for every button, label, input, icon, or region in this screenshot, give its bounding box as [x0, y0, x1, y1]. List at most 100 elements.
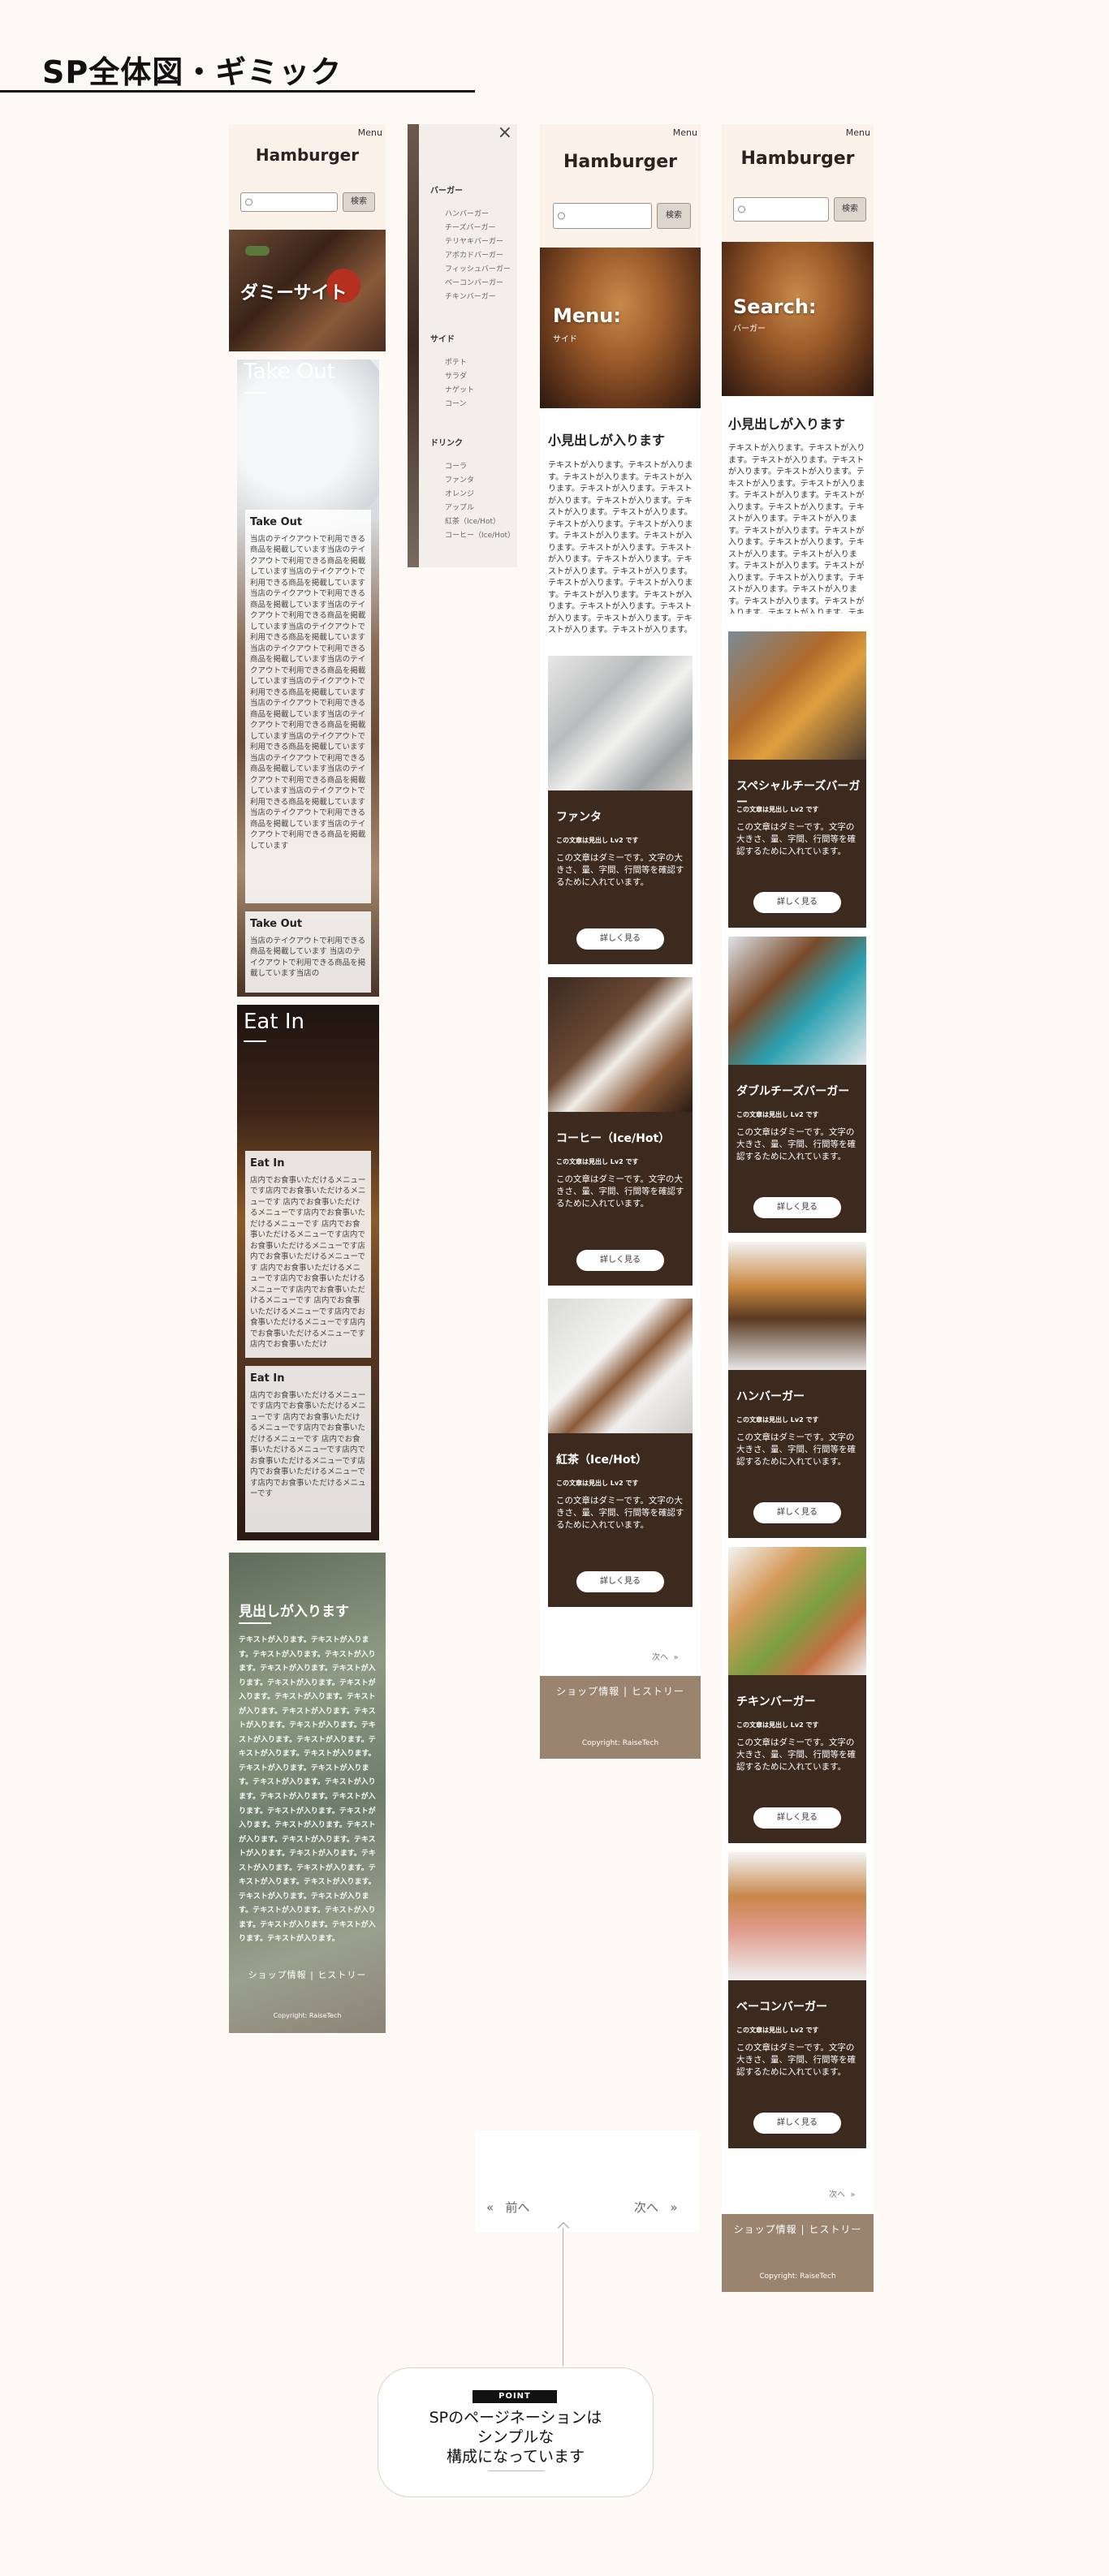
product-description: この文章はダミーです。文字の大きさ、量、字間、行間等を確認するために入れています… — [736, 1432, 856, 1467]
search-input[interactable] — [240, 192, 338, 212]
chevron-right-icon: » — [673, 1653, 679, 1662]
takeout-title: Take Out — [244, 360, 336, 384]
search-hero: Search: バーガー — [722, 242, 874, 396]
lead-text: テキストが入ります。テキストが入ります。テキストが入ります。テキストが入ります。… — [728, 444, 865, 614]
drawer-menu-item[interactable]: コーン — [445, 398, 467, 408]
search-input[interactable] — [553, 203, 652, 229]
drawer-menu-item[interactable]: オレンジ — [445, 488, 474, 498]
footer-links[interactable]: ショップ情報 | ヒストリー — [722, 2222, 874, 2236]
drawer-menu-item[interactable]: ファンタ — [445, 474, 474, 485]
panel-title: Take Out — [250, 516, 303, 528]
chevron-left-icon: « — [486, 2200, 494, 2215]
close-icon[interactable]: × — [498, 124, 512, 142]
site-header: Menu Hamburger 検索 — [722, 124, 874, 242]
menu-button[interactable]: Menu — [846, 127, 870, 138]
search-icon — [245, 198, 252, 206]
search-input[interactable] — [733, 197, 829, 222]
point-tag: POINT — [473, 2390, 557, 2403]
site-logo[interactable]: Hamburger — [722, 149, 874, 169]
drawer-menu-item[interactable]: アップル — [445, 502, 474, 512]
details-button[interactable]: 詳しく見る — [753, 1197, 841, 1218]
product-description: この文章はダミーです。文字の大きさ、量、字間、行間等を確認するために入れています… — [736, 1127, 856, 1162]
drawer-menu-item[interactable]: 紅茶（Ice/Hot） — [445, 515, 500, 526]
product-subheading: この文章は見出し Lv2 です — [736, 806, 819, 813]
hero-title: Menu: — [553, 304, 621, 327]
footer-links[interactable]: ショップ情報 | ヒストリー — [540, 1684, 701, 1698]
details-button[interactable]: 詳しく見る — [576, 1250, 664, 1271]
search-button[interactable]: 検索 — [657, 203, 691, 229]
product-photo — [548, 656, 693, 790]
product-card[interactable]: 紅茶（Ice/Hot） この文章は見出し Lv2 です この文章はダミーです。文字の… — [548, 1299, 693, 1607]
home-hero: ダミーサイト — [229, 230, 386, 351]
product-description: この文章はダミーです。文字の大きさ、量、字間、行間等を確認するために入れています… — [556, 853, 684, 888]
product-card[interactable]: ファンタ この文章は見出し Lv2 です この文章はダミーです。文字の大きさ、量、字… — [548, 656, 693, 964]
details-button[interactable]: 詳しく見る — [753, 1502, 841, 1523]
product-photo — [728, 1852, 866, 1980]
hero-title: ダミーサイト — [240, 283, 347, 304]
details-button[interactable]: 詳しく見る — [576, 928, 664, 950]
drawer-menu-item[interactable]: テリヤキバーガー — [445, 235, 503, 246]
footer-copyright: Copyright: RaiseTech — [273, 2012, 342, 2019]
drawer-menu-item[interactable]: サラダ — [445, 370, 467, 381]
product-photo — [548, 1299, 693, 1433]
drawer-menu-item[interactable]: コーヒー（Ice/Hot） — [445, 529, 515, 540]
site-logo[interactable]: Hamburger — [540, 152, 701, 172]
drawer-menu-item[interactable]: チーズバーガー — [445, 222, 496, 232]
drawer-menu-item[interactable]: コーラ — [445, 460, 467, 471]
lead-text: テキストが入ります。テキストが入ります。テキストが入ります。テキストが入ります。… — [548, 461, 693, 635]
product-card[interactable]: スペシャルチーズバーガー この文章は見出し Lv2 です この文章はダミーです。文字… — [728, 631, 866, 928]
product-description: この文章はダミーです。文字の大きさ、量、字間、行間等を確認するために入れています… — [736, 1738, 856, 1773]
details-button[interactable]: 詳しく見る — [753, 1807, 841, 1829]
title-underline — [0, 90, 475, 93]
drawer-menu-item[interactable]: ハンバーガー — [445, 208, 489, 218]
search-icon — [558, 212, 565, 220]
eatin-panel: Eat In 店内でお食事いただけるメニューです店内でお食事いただけるメニューで… — [245, 1151, 371, 1358]
product-subheading: この文章は見出し Lv2 です — [556, 1480, 639, 1487]
pager-next[interactable]: 次へ » — [652, 1650, 678, 1662]
details-button[interactable]: 詳しく見る — [576, 1571, 664, 1592]
drawer-menu-item[interactable]: フィッシュバーガー — [445, 263, 511, 274]
site-logo[interactable]: Hamburger — [229, 145, 386, 165]
product-subheading: この文章は見出し Lv2 です — [736, 1111, 819, 1118]
prev-label: 前へ — [505, 2200, 530, 2215]
pager-next[interactable]: 次へ » — [829, 2187, 855, 2199]
chevron-right-icon: » — [850, 2190, 856, 2199]
site-header: Menu Hamburger 検索 — [540, 124, 701, 248]
product-card[interactable]: ダブルチーズバーガーこの文章は見出し Lv2 ですこの文章はダミーです。文字の大… — [728, 937, 866, 1233]
menu-button[interactable]: Menu — [673, 127, 697, 138]
search-button[interactable]: 検索 — [834, 197, 866, 222]
drawer-menu-item[interactable]: ポテト — [445, 356, 467, 367]
product-description: この文章はダミーです。文字の大きさ、量、字間、行間等を確認するために入れています… — [556, 1496, 684, 1531]
home-mockup: Menu Hamburger 検索 ダミーサイト Take Out Take O… — [229, 124, 386, 2033]
search-button[interactable]: 検索 — [343, 192, 375, 212]
product-name: ダブルチーズバーガー — [736, 1085, 850, 1098]
drawer-menu-item[interactable]: ベーコンバーガー — [445, 277, 503, 287]
menu-mockup: Menu Hamburger 検索 Menu: サイド 小見出しが入ります テキ… — [540, 124, 701, 1739]
pagination-prev[interactable]: « 前へ — [486, 2199, 530, 2216]
drawer-menu-item[interactable]: チキンバーガー — [445, 291, 496, 301]
pagination-next[interactable]: 次へ » — [634, 2199, 678, 2216]
menu-button[interactable]: Menu — [358, 127, 382, 138]
details-button[interactable]: 詳しく見る — [753, 2113, 841, 2134]
hero-subtitle: サイド — [553, 335, 577, 344]
panel-title: Eat In — [250, 1157, 285, 1170]
product-name: ベーコンバーガー — [736, 2001, 827, 2014]
callout-underline — [488, 2470, 545, 2471]
product-card[interactable]: ハンバーガー この文章は見出し Lv2 です この文章はダミーです。文字の大きさ、量… — [728, 1242, 866, 1538]
search-footer: ショップ情報 | ヒストリー Copyright: RaiseTech — [722, 2214, 874, 2292]
panel-title: Eat In — [250, 1372, 285, 1385]
drawer-menu-item[interactable]: アボカドバーガー — [445, 249, 503, 260]
drawer-section-title: ドリンク — [430, 439, 463, 448]
drawer-menu-item[interactable]: ナゲット — [445, 384, 474, 394]
details-button[interactable]: 詳しく見る — [753, 892, 841, 913]
map-section: 見出しが入ります テキストが入ります。テキストが入ります。テキストが入ります。テ… — [229, 1553, 386, 2033]
drawer-overlay-strip — [408, 124, 419, 567]
product-subheading: この文章は見出し Lv2 です — [556, 1158, 639, 1165]
product-card[interactable]: ベーコンバーガー この文章は見出し Lv2 です この文章はダミーです。文字の大きさ… — [728, 1852, 866, 2148]
hero-title: Search: — [733, 295, 817, 318]
footer-links[interactable]: ショップ情報 | ヒストリー — [229, 1968, 386, 1981]
product-card[interactable]: コーヒー（Ice/Hot） この文章は見出し Lv2 です この文章はダミーです。文… — [548, 977, 693, 1286]
product-subheading: この文章は見出し Lv2 です — [736, 2027, 819, 2034]
product-card[interactable]: チキンバーガー この文章は見出し Lv2 です この文章はダミーです。文字の大きさ、… — [728, 1547, 866, 1843]
panel-text: 店内でお食事いただけるメニューです店内でお食事いただけるメニューです 店内でお食… — [250, 1391, 366, 1499]
